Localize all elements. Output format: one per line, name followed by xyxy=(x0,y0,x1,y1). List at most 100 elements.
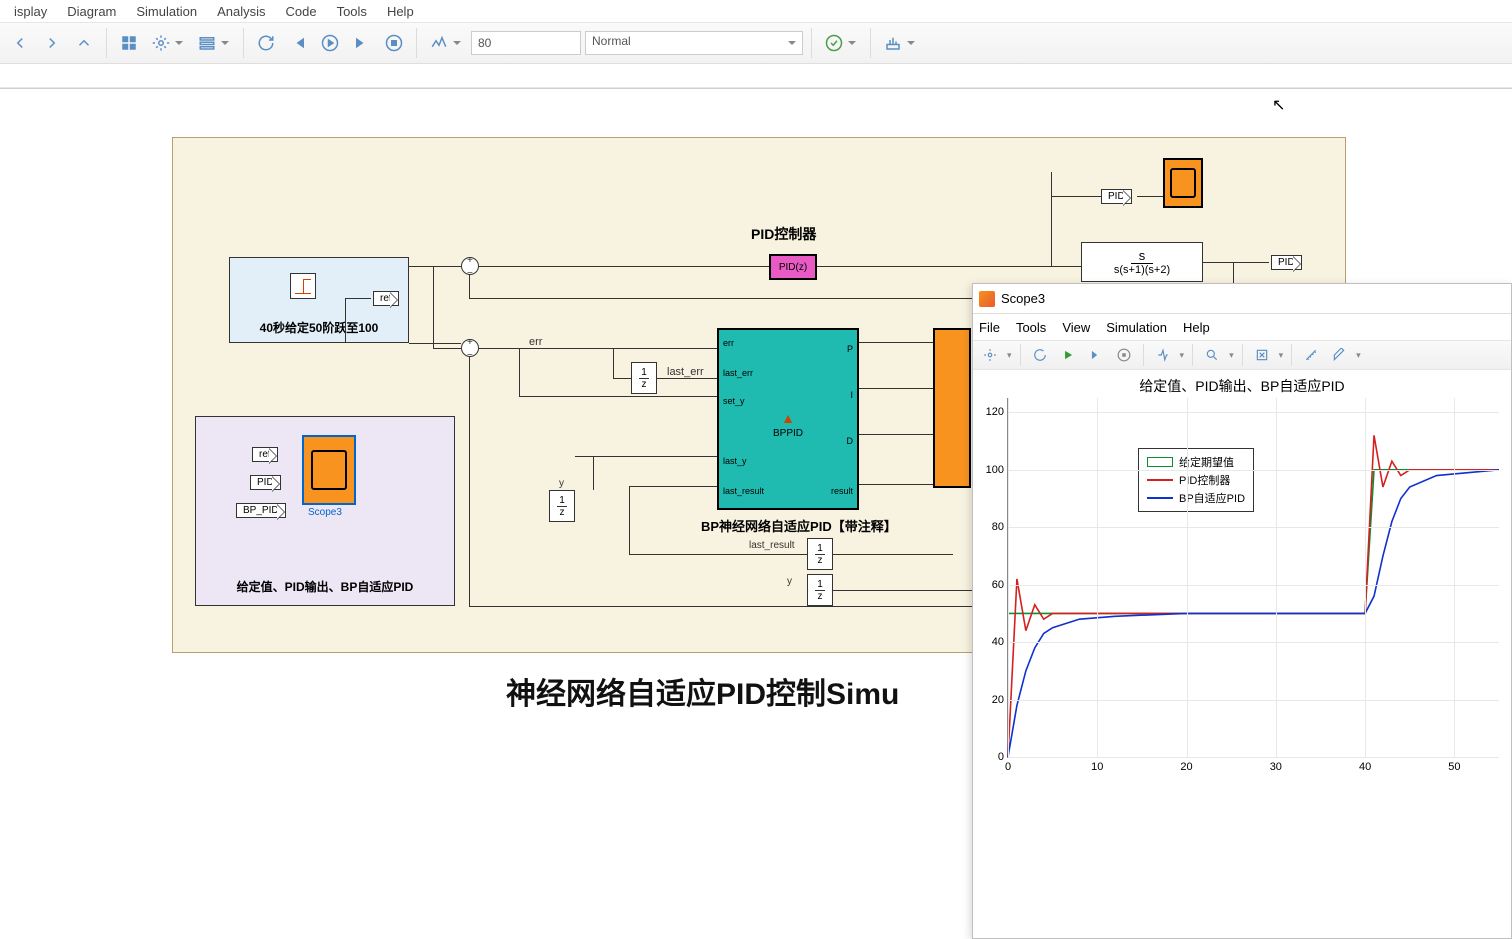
plot-area[interactable]: 给定期望值 PID控制器 BP自适应PID 010203040500204060… xyxy=(1007,398,1499,758)
legend-swatch-step-icon xyxy=(1147,457,1173,467)
stop-time-input[interactable] xyxy=(471,31,581,55)
wire xyxy=(1203,262,1269,263)
delay-y2[interactable]: 1z xyxy=(807,574,833,606)
lasterr-label: last_err xyxy=(667,366,704,378)
source-caption: 40秒给定50阶跃至100 xyxy=(230,319,408,336)
delay-lastresult[interactable]: 1z xyxy=(807,538,833,570)
legend-swatch-red xyxy=(1147,479,1173,481)
scope-autoscale-button[interactable] xyxy=(1251,344,1273,366)
scope-menu-tools[interactable]: Tools xyxy=(1016,320,1046,335)
wire xyxy=(1051,172,1052,266)
model-canvas[interactable]: ↖ 40秒给定50阶跃至100 ref Scope3 ref PID BP_PI… xyxy=(0,88,1512,848)
bppid-from-tag[interactable]: BP_PID xyxy=(236,503,286,518)
menu-diagram[interactable]: Diagram xyxy=(57,2,126,21)
check-model-button[interactable] xyxy=(820,29,848,57)
sim-mode-select[interactable]: Normal xyxy=(585,31,803,55)
wire xyxy=(469,606,989,607)
wire xyxy=(575,456,717,457)
scope3-block[interactable] xyxy=(302,435,356,505)
legend-swatch-blue xyxy=(1147,497,1173,499)
scope-pid-block[interactable] xyxy=(1163,158,1203,208)
wire xyxy=(479,348,717,349)
scope-config-button[interactable] xyxy=(979,344,1001,366)
build-button[interactable] xyxy=(879,29,907,57)
bp-label: BP神经网络自适应PID【带注释】 xyxy=(701,516,897,535)
bp-plant-block[interactable] xyxy=(933,328,971,488)
wire xyxy=(469,275,470,298)
wire xyxy=(433,266,434,348)
signal-plot-button[interactable] xyxy=(425,29,453,57)
menu-display[interactable]: isplay xyxy=(4,2,57,21)
legend[interactable]: 给定期望值 PID控制器 BP自适应PID xyxy=(1138,448,1254,512)
menu-help[interactable]: Help xyxy=(377,2,424,21)
wire xyxy=(593,456,594,490)
ref-from-tag[interactable]: ref xyxy=(252,447,278,462)
pid-label: PID控制器 xyxy=(751,224,816,244)
separator xyxy=(870,28,871,58)
scope-step-button[interactable] xyxy=(1085,344,1107,366)
stop-button[interactable] xyxy=(380,29,408,57)
scope-trigger-button[interactable] xyxy=(1152,344,1174,366)
scope-titlebar[interactable]: Scope3 xyxy=(973,284,1511,314)
wire xyxy=(613,348,614,378)
wire xyxy=(629,554,807,555)
separator xyxy=(811,28,812,58)
wire xyxy=(479,266,769,267)
model-explorer-button[interactable] xyxy=(193,29,221,57)
separator xyxy=(243,28,244,58)
scope-subsystem[interactable]: Scope3 ref PID BP_PID 给定值、PID输出、BP自适应PID xyxy=(195,416,455,606)
wire xyxy=(345,298,346,343)
delay-lasterr[interactable]: 1z xyxy=(631,362,657,394)
wire xyxy=(859,388,933,389)
scope-menu-file[interactable]: File xyxy=(979,320,1000,335)
scope-measure-button[interactable] xyxy=(1300,344,1322,366)
wire xyxy=(519,396,717,397)
wire xyxy=(469,357,470,607)
separator xyxy=(416,28,417,58)
wire xyxy=(859,484,933,485)
scope-menu-help[interactable]: Help xyxy=(1183,320,1210,335)
scope-highlight-button[interactable] xyxy=(1328,344,1350,366)
delay-y[interactable]: 1z xyxy=(549,490,575,522)
scope-window[interactable]: Scope3 File Tools View Simulation Help ▾… xyxy=(972,283,1512,939)
wire xyxy=(859,434,933,435)
pid-controller-block[interactable]: PID(z) xyxy=(769,254,817,280)
menu-tools[interactable]: Tools xyxy=(327,2,377,21)
wire xyxy=(657,378,717,379)
pid-from-tag2[interactable]: PID xyxy=(1101,189,1132,204)
menu-code[interactable]: Code xyxy=(276,2,327,21)
scope-stop-button[interactable] xyxy=(1113,344,1135,366)
scope-menu-simulation[interactable]: Simulation xyxy=(1106,320,1167,335)
library-browser-button[interactable] xyxy=(115,29,143,57)
transfer-fcn-pid[interactable]: s s(s+1)(s+2) xyxy=(1081,242,1203,282)
model-config-button[interactable] xyxy=(147,29,175,57)
scope-restart-button[interactable] xyxy=(1029,344,1051,366)
forward-button[interactable] xyxy=(38,29,66,57)
back-button[interactable] xyxy=(6,29,34,57)
bp-neural-pid-block[interactable]: ▲ BPPID err last_err set_y last_y last_r… xyxy=(717,328,859,510)
wire xyxy=(859,342,933,343)
mouse-cursor-icon: ↖ xyxy=(1272,95,1285,115)
scope-caption: 给定值、PID输出、BP自适应PID xyxy=(196,578,454,595)
step-back-button[interactable] xyxy=(284,29,312,57)
run-button[interactable] xyxy=(316,29,344,57)
wire xyxy=(1051,196,1101,197)
scope-menu-view[interactable]: View xyxy=(1062,320,1090,335)
main-toolbar: Normal xyxy=(0,22,1512,64)
model-title: 神经网络自适应PID控制Simu xyxy=(506,669,899,713)
ref-goto-tag[interactable]: ref xyxy=(373,291,399,306)
err-label: err xyxy=(529,336,542,348)
lastresult-label: last_result xyxy=(749,540,795,551)
fast-restart-button[interactable] xyxy=(252,29,280,57)
pid-goto-tag[interactable]: PID xyxy=(1271,255,1302,270)
up-button[interactable] xyxy=(70,29,98,57)
scope-zoom-button[interactable] xyxy=(1201,344,1223,366)
wire xyxy=(1137,196,1163,197)
wire xyxy=(409,343,461,344)
menu-simulation[interactable]: Simulation xyxy=(126,2,207,21)
scope-toolbar: ▾ ▾ ▾ ▾ ▾ xyxy=(973,340,1511,370)
step-forward-button[interactable] xyxy=(348,29,376,57)
menu-analysis[interactable]: Analysis xyxy=(207,2,275,21)
scope-run-button[interactable] xyxy=(1057,344,1079,366)
pid-from-tag[interactable]: PID xyxy=(250,475,281,490)
